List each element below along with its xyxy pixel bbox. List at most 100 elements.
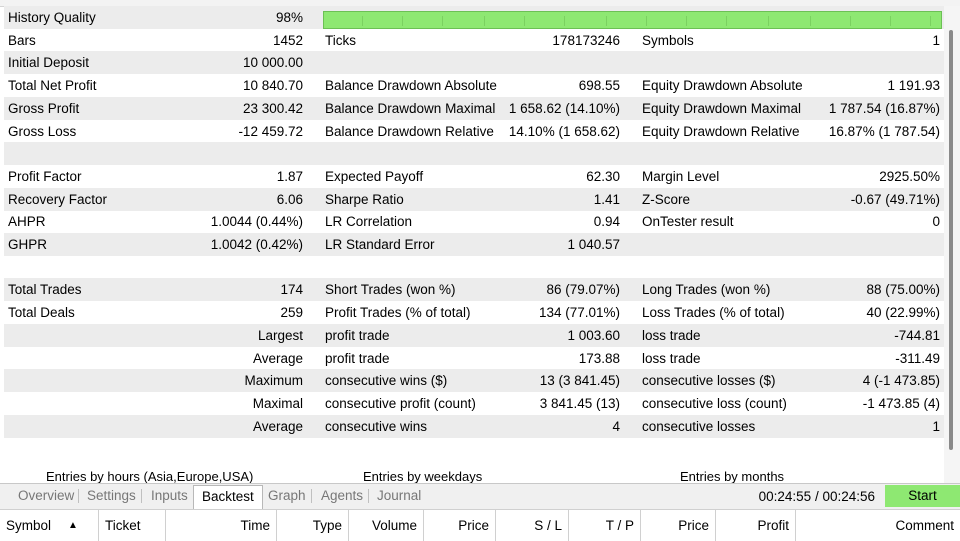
metric-value-1: 1.0042 (0.42%) [210, 237, 303, 252]
tab-backtest[interactable]: Backtest [193, 485, 263, 509]
metric-value-3: -311.49 [895, 350, 940, 366]
metric-label-2: LR Standard Error [325, 237, 435, 252]
metric-label-1: AHPR [8, 214, 46, 230]
tab-agents[interactable]: Agents [313, 485, 371, 507]
metric-value-1: 1.0044 (0.44%) [210, 214, 303, 230]
metric-value-2: 698.55 [578, 78, 620, 94]
tab-graph[interactable]: Graph [260, 485, 314, 507]
report-row: Profit Factor 1.87 Expected Payoff 62.30 Mar… [4, 165, 944, 188]
metric-value-1: 174 [280, 282, 303, 298]
column-price[interactable]: Price [424, 510, 496, 541]
report-row [4, 142, 944, 166]
quality-bar-tick [442, 16, 443, 26]
metric-label-2: Balance Drawdown Relative [325, 123, 494, 139]
column-type[interactable]: Type [277, 510, 349, 541]
metric-value-2: 86 (79.07%) [546, 282, 620, 298]
metric-label-1: Gross Loss [8, 123, 77, 139]
column-ticket[interactable]: Ticket [99, 510, 166, 541]
metric-value-2: 1 003.60 [567, 327, 620, 343]
metric-label-1: Initial Deposit [8, 55, 90, 71]
tab-inputs[interactable]: Inputs [143, 485, 196, 507]
column-comment[interactable]: Comment [796, 510, 960, 541]
column-symbol[interactable]: Symbol ▲ [0, 510, 99, 541]
metric-label-3: loss trade [642, 350, 701, 366]
metric-label-2: Ticks [325, 32, 356, 48]
metric-label-3: Equity Drawdown Maximal [642, 100, 802, 116]
tab-separator [311, 489, 312, 503]
report-row [4, 256, 944, 279]
report-scrollbar[interactable] [944, 6, 960, 484]
metric-label-3: consecutive losses [642, 418, 756, 434]
report-row: Gross Profit 23 300.42 Balance Drawdown Ma… [4, 96, 944, 120]
metric-label-3: OnTester result [642, 214, 734, 230]
history-quality-row: History Quality 98% [4, 6, 944, 29]
start-button[interactable]: Start [885, 485, 960, 507]
tab-journal[interactable]: Journal [369, 485, 429, 507]
quality-bar-tick [524, 16, 525, 26]
quality-bar-tick [564, 16, 565, 26]
report-row: Total Trades 174 Short Trades (won %) 86 (7… [4, 278, 944, 302]
metric-value-1: 6.06 [276, 191, 303, 207]
column-symbol-label: Symbol [6, 518, 52, 533]
column-volume[interactable]: Volume [349, 510, 424, 541]
quality-bar-tick [686, 16, 687, 26]
metric-value-2: 173.88 [578, 350, 620, 366]
column-close-price[interactable]: Price [641, 510, 716, 541]
column-time[interactable]: Time [166, 510, 277, 541]
quality-bar-tick [930, 16, 931, 26]
quality-bar-tick [362, 16, 363, 26]
metric-value-2: 1 040.57 [567, 237, 620, 252]
tab-settings[interactable]: Settings [79, 485, 144, 507]
entries-section-headers: Entries by hours (Asia,Europe,USA) Entri… [4, 468, 944, 484]
column-profit[interactable]: Profit [716, 510, 796, 541]
report-row: Gross Loss -12 459.72 Balance Drawdown Rel… [4, 120, 944, 143]
metric-label-2: profit trade [325, 350, 390, 366]
tab-overview[interactable]: Overview [10, 485, 82, 507]
metric-label-2: Short Trades (won %) [325, 282, 456, 298]
report-row: Maximum consecutive wins ($) 13 (3 841.45)… [4, 369, 944, 393]
history-quality-label: History Quality [8, 10, 96, 25]
metric-label-1: GHPR [8, 237, 48, 252]
metric-value-3: 2925.50% [879, 168, 940, 184]
tab-separator [141, 489, 142, 503]
backtest-report: History Quality 98% Bars 1452 Ticks 1781732… [4, 6, 944, 484]
metric-label-3: Long Trades (won %) [642, 282, 771, 298]
column-tp[interactable]: T / P [569, 510, 641, 541]
metric-value-2: 13 (3 841.45) [539, 373, 620, 389]
metric-label-1: Profit Factor [8, 168, 82, 184]
quality-bar-tick [484, 16, 485, 26]
entries-by-months-label: Entries by months [680, 469, 785, 484]
report-row: GHPR 1.0042 (0.42%) LR Standard Error 1 040… [4, 233, 944, 256]
column-sl[interactable]: S / L [496, 510, 569, 541]
report-row: Total Net Profit 10 840.70 Balance Drawdow… [4, 74, 944, 97]
report-row: Recovery Factor 6.06 Sharpe Ratio 1.41 Z-Sco… [4, 187, 944, 211]
metric-label-1: Gross Profit [8, 100, 80, 116]
metric-label-1: Bars [8, 32, 36, 48]
metric-value-2: 62.30 [586, 168, 620, 184]
metric-value-2: 14.10% (1 658.62) [508, 123, 620, 139]
metric-value-2: 134 (77.01%) [538, 305, 620, 321]
metric-value-3: 1 787.54 (16.87%) [828, 100, 940, 116]
entries-by-hours-label: Entries by hours (Asia,Europe,USA) [46, 469, 254, 484]
metric-label-2: Balance Drawdown Maximal [325, 100, 496, 116]
scrollbar-thumb[interactable] [949, 30, 953, 450]
report-row: Total Deals 259 Profit Trades (% of total)… [4, 301, 944, 324]
metric-label-3: Loss Trades (% of total) [642, 305, 785, 321]
metric-label-2: consecutive wins ($) [325, 373, 448, 389]
metric-value-1: 10 840.70 [242, 78, 303, 94]
report-row: Average consecutive wins 4 consecutive loss… [4, 414, 944, 438]
metric-value-2: 1.41 [593, 191, 620, 207]
history-quality-bar [323, 11, 942, 29]
metric-label-1: Recovery Factor [8, 191, 108, 207]
metric-value-3: 1 [932, 32, 940, 48]
metric-value-1: 10 000.00 [242, 55, 303, 71]
metric-label-3: Symbols [642, 32, 694, 48]
metric-label-2: Expected Payoff [325, 168, 424, 184]
deals-table-header: Symbol ▲ Ticket Time Type Volume Price S… [0, 509, 960, 541]
metric-value-2: 0.94 [593, 214, 620, 230]
metric-label-3: Margin Level [642, 168, 720, 184]
report-row [4, 437, 944, 460]
metric-value-2: 178173246 [552, 32, 620, 48]
metric-label-1: Total Deals [8, 305, 75, 321]
metric-label-3: loss trade [642, 327, 701, 343]
